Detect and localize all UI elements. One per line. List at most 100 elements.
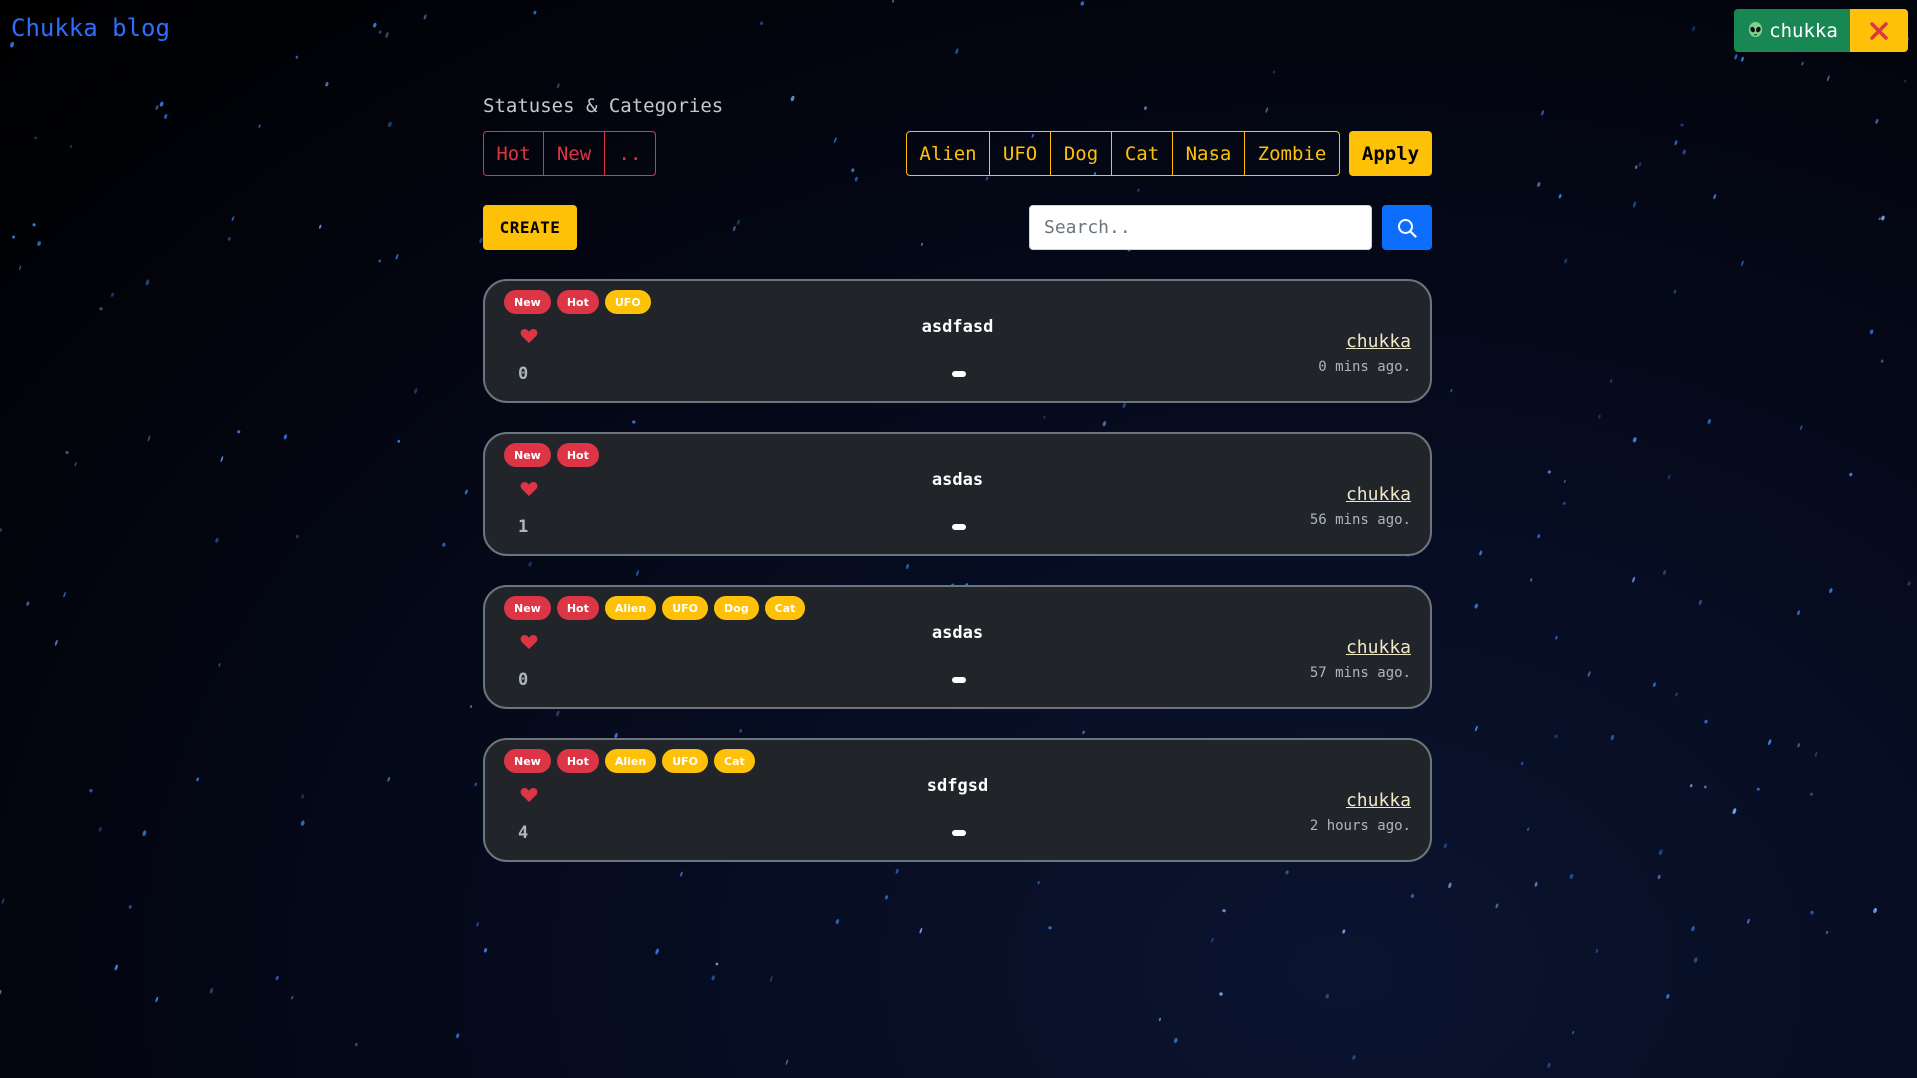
star [884,895,889,900]
star [74,462,77,467]
star [295,55,299,59]
star [474,782,478,787]
status-option-more[interactable]: .. [605,132,655,175]
tag-badge: Hot [556,443,599,467]
status-filter-group: Hot New .. [483,131,656,176]
star [99,307,103,311]
star [1572,1030,1575,1035]
star [1903,79,1907,83]
star [1666,994,1670,999]
tag-badge: New [504,749,551,773]
star [1410,894,1415,898]
star [1495,903,1499,909]
star [854,176,858,182]
star [1704,785,1707,789]
post-author-link[interactable]: chukka [1346,484,1411,505]
category-filter-group: Alien UFO Dog Cat Nasa Zombie [906,131,1340,176]
star [1768,739,1772,746]
post-title[interactable]: sdfgsd [485,776,1430,796]
create-button[interactable]: CREATE [483,205,577,250]
filters-label: Statuses & Categories [483,95,724,117]
star [921,242,923,246]
post-title[interactable]: asdas [485,623,1430,643]
star [1137,188,1140,192]
post-author-link[interactable]: chukka [1346,790,1411,811]
star [231,216,235,222]
star [1875,118,1879,124]
star [1520,761,1524,766]
star [283,434,288,440]
star [533,10,537,15]
post-time: 57 mins ago. [1309,665,1411,681]
tag-badge: Cat [714,749,755,773]
star [1869,329,1874,335]
user-name: chukka [1769,19,1838,42]
status-option-new[interactable]: New [544,132,605,175]
like-count: 0 [518,670,529,690]
status-option-hot[interactable]: Hot [484,132,544,175]
star [1880,359,1884,363]
post-badges: New Hot UFO [504,290,651,314]
star [1285,870,1289,875]
star [1849,472,1853,477]
apply-button[interactable]: Apply [1349,131,1432,176]
star [395,253,399,260]
star [636,570,639,576]
star [423,14,427,20]
tag-badge: New [504,290,551,314]
post-author-link[interactable]: chukka [1346,331,1411,352]
star [1122,402,1126,409]
star [851,168,855,173]
category-option-dog[interactable]: Dog [1051,132,1112,175]
star [319,224,322,229]
star [1144,106,1147,110]
category-option-ufo[interactable]: UFO [990,132,1051,175]
star [1691,925,1695,932]
star [218,663,221,667]
user-menu: chukka [1734,9,1908,52]
star [1555,635,1558,640]
star [892,0,895,3]
star [1537,182,1541,187]
star [296,534,299,538]
star [1734,54,1738,60]
post-card[interactable]: New Hot Alien UFO Cat 4 sdfgsd chukka 2 hour… [483,738,1432,862]
star [1475,725,1478,732]
category-option-alien[interactable]: Alien [907,132,990,175]
star [556,710,560,717]
post-time: 2 hours ago. [1309,818,1411,834]
star [1443,843,1448,849]
post-badges: New Hot Alien UFO Dog Cat [504,596,806,620]
post-card[interactable]: New Hot 1 asdas chukka 56 mins ago. [483,432,1432,556]
star [1,898,5,904]
star [1632,576,1636,583]
search-button[interactable] [1382,205,1432,250]
star [237,430,241,434]
category-option-cat[interactable]: Cat [1112,132,1173,175]
logout-button[interactable] [1850,9,1908,52]
category-option-zombie[interactable]: Zombie [1245,132,1339,175]
star [65,450,69,455]
category-option-nasa[interactable]: Nasa [1173,132,1245,175]
post-separator [952,371,966,377]
tag-badge: UFO [662,596,709,620]
star [1652,682,1656,687]
star [1158,1017,1161,1022]
star [732,225,736,232]
post-card[interactable]: New Hot Alien UFO Dog Cat 0 asdas chukka 57 m… [483,585,1432,709]
post-card[interactable]: New Hot UFO 0 asdfasd chukka 0 mins ago. [483,279,1432,403]
post-title[interactable]: asdfasd [485,317,1430,337]
star [1814,752,1818,757]
post-author-link[interactable]: chukka [1346,637,1411,658]
alien-icon [1749,21,1763,38]
star [1675,692,1678,697]
brand-link[interactable]: Chukka blog [11,14,170,42]
star [147,435,151,442]
star [1825,930,1829,934]
post-title[interactable]: asdas [485,470,1430,490]
star [736,219,740,225]
star [1547,1062,1551,1069]
star [159,101,164,107]
search-input[interactable] [1029,205,1372,250]
user-button[interactable]: chukka [1734,9,1850,52]
